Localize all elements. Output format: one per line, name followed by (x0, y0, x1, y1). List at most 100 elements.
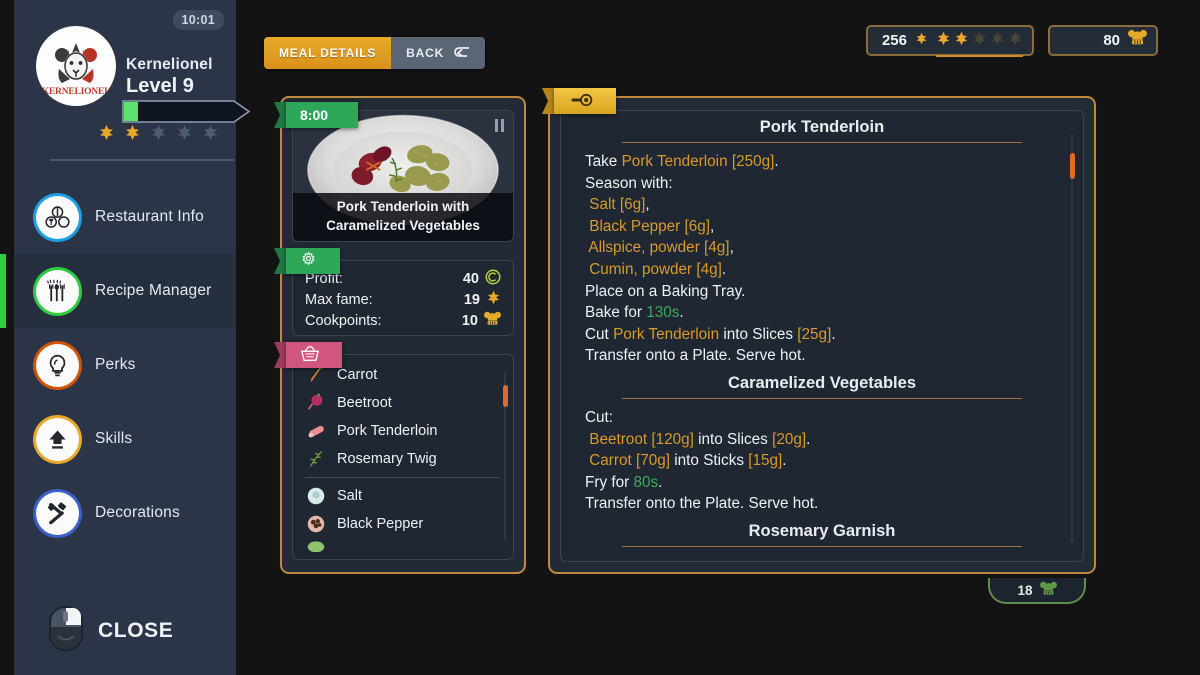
recipe-line: Cumin, powder [4g]. (585, 259, 1059, 281)
star-icon (936, 31, 951, 51)
meal-summary-panel: Pork Tenderloin with Caramelized Vegetab… (274, 96, 526, 574)
tab-meal-details[interactable]: MEAL DETAILS (264, 37, 392, 69)
recipe-text-segment: into Slices (693, 430, 773, 448)
recipe-section-title: Pork Tenderloin (759, 118, 885, 136)
chef-hat-icon (1039, 581, 1057, 600)
game-screen: 10:01 KERNELIONEL Kernelionel Level 9 Re… (0, 0, 1200, 675)
ingredient-label: Carrot (337, 367, 378, 383)
recipe-text-segment: Carrot [70g] (585, 452, 671, 470)
recipe-section-title: Rosemary Garnish (748, 521, 896, 540)
list-item[interactable]: Salt (293, 482, 513, 510)
meal-title-line2: Caramelized Vegetables (326, 218, 480, 233)
ingredients-scrollbar-track[interactable] (502, 371, 508, 541)
close-button[interactable]: CLOSE (48, 605, 173, 657)
list-item[interactable]: Rosemary Twig (293, 445, 513, 473)
star-icon (1008, 31, 1023, 51)
stat-label: Cookpoints: (305, 312, 382, 329)
recipe-text-segment: . (679, 304, 684, 322)
star-icon (98, 124, 115, 146)
recipe-line: Season with: (585, 173, 1059, 195)
fame-diamond-icon (915, 32, 928, 50)
seasoning-label: Black Pepper (337, 516, 424, 532)
meal-title-line1: Pork Tenderloin with (336, 199, 470, 214)
recipe-text-segment: . (721, 260, 727, 278)
recipe-line: Beetroot [120g] into Slices [20g]. (585, 429, 1059, 451)
player-level: Level 9 (126, 75, 194, 97)
list-item[interactable]: Beetroot (293, 389, 513, 417)
pepper-icon (305, 513, 327, 535)
list-item[interactable]: Pork Tenderloin (293, 417, 513, 445)
recipe-text-segment: Pork Tenderloin (613, 325, 720, 343)
recipe-scrollbar-thumb[interactable] (1069, 153, 1075, 179)
recipe-line: Cut Pork Tenderloin into Slices [25g]. (585, 324, 1059, 346)
recipe-text-segment: Pork Tenderloin [250g] (621, 153, 775, 170)
sidebar-item-perks[interactable]: Perks (14, 328, 236, 402)
recipe-panel: Pork Tenderloin Take Pork Tenderloin [250… (542, 88, 1096, 574)
sidebar-item-decorations[interactable]: Decorations (14, 476, 236, 550)
recipe-line: Place on a Baking Tray. (585, 281, 1059, 303)
sidebar: 10:01 KERNELIONEL Kernelionel Level 9 Re… (0, 0, 251, 675)
recipe-manager-icon (36, 269, 79, 313)
sidebar-item-label: Decorations (95, 504, 180, 521)
ingredients-scrollbar-thumb[interactable] (502, 385, 508, 407)
recipe-text-segment: [25g] (797, 325, 832, 343)
recipe-text-segment: Cut (585, 325, 614, 343)
ingredients-ribbon-tail (274, 342, 286, 368)
recipe-text-segment: . (806, 430, 811, 448)
recipe-text-segment: Beetroot [120g] (585, 430, 694, 448)
star-icon (972, 31, 987, 51)
recipe-line: Black Pepper [6g], (585, 216, 1059, 238)
bottom-cookpoints-value: 18 (1017, 582, 1033, 598)
recipe-text-segment: Salt [6g] (585, 196, 646, 214)
sidebar-item-recipe-manager[interactable]: Recipe Manager (0, 254, 236, 328)
recipe-line: Carrot [70g] into Sticks [15g]. (585, 450, 1059, 472)
recipe-section-rule (622, 397, 1022, 399)
coin-icon (485, 268, 501, 289)
sidebar-item-skills[interactable]: Skills (14, 402, 236, 476)
recipe-text-segment: [20g] (772, 430, 807, 448)
star-icon (202, 124, 219, 146)
tab-back[interactable]: BACK (391, 37, 486, 69)
pork-icon (305, 420, 327, 442)
seasoning-label: Salt (337, 488, 362, 504)
recipe-magnifier-icon (568, 92, 594, 111)
decorations-hammer-icon (36, 491, 79, 535)
recipe-section-body: Take Pork Tenderloin [250g]. Season with:… (561, 151, 1083, 367)
stat-row: Cookpoints: 10 (305, 310, 501, 331)
stat-value: 40 (462, 270, 479, 287)
recipe-text-segment: 130s (646, 304, 680, 322)
player-name: Kernelionel (126, 56, 213, 73)
pause-icon[interactable] (495, 119, 504, 132)
perks-bulb-icon (36, 343, 79, 387)
recipe-text-segment: . (774, 153, 779, 170)
recipe-text-segment: Bake for (585, 304, 647, 322)
recipe-text-segment: Cumin, powder [4g] (585, 260, 722, 278)
recipe-text-segment: Cut: (585, 408, 614, 426)
list-item[interactable]: Black Pepper (293, 510, 513, 538)
recipe-line: Salt [6g], (585, 194, 1059, 216)
tab-group: MEAL DETAILS BACK (264, 37, 486, 69)
meal-image-card[interactable]: Pork Tenderloin with Caramelized Vegetab… (292, 110, 514, 242)
star-icon (150, 124, 167, 146)
ingredients-ribbon (286, 342, 342, 368)
meal-timer-ribbon: 8:00 (286, 102, 358, 128)
cookpoints-counter: 80 (1048, 25, 1158, 56)
sidebar-divider (50, 159, 234, 161)
recipe-text-segment: into Slices (719, 325, 798, 343)
sidebar-item-label: Recipe Manager (95, 282, 212, 299)
chef-hat-icon (1128, 29, 1147, 52)
fame-counter: 256 (866, 25, 1034, 57)
recipe-scrollbar-track[interactable] (1069, 133, 1075, 543)
stat-label: Max fame: (305, 291, 373, 308)
recipe-text-segment: into Sticks (670, 452, 749, 470)
list-item-partial[interactable] (293, 538, 513, 552)
star-icon (954, 31, 969, 51)
recipe-line: Bake for 130s. (585, 302, 1059, 324)
recipe-text-segment: Place on a Baking Tray. (585, 282, 746, 300)
cookpoints-value: 80 (1103, 32, 1120, 49)
stat-row: Max fame: 19 (305, 289, 501, 310)
ingredient-label: Beetroot (337, 395, 392, 411)
sidebar-item-restaurant-info[interactable]: Restaurant Info (14, 180, 236, 254)
recipe-text-segment: Take (585, 153, 622, 170)
recipe-ribbon (554, 88, 616, 114)
